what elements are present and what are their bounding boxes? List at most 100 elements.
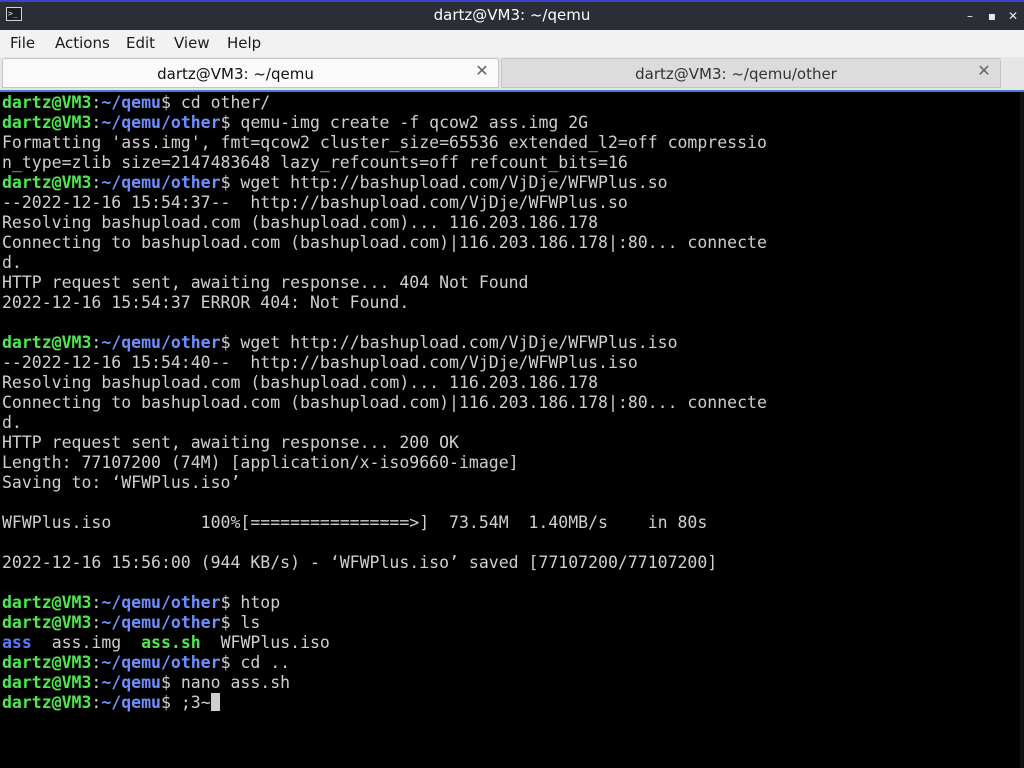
prompt-path: ~/qemu/other — [101, 113, 221, 132]
prompt-dollar: $ — [160, 693, 171, 712]
terminal-line: Connecting to bashupload.com (bashupload… — [2, 233, 767, 252]
prompt-colon: : — [91, 173, 102, 192]
terminal-line: ass ass.img ass.sh WFWPlus.iso — [2, 633, 767, 653]
menu-bar: File Actions Edit View Help — [0, 30, 1024, 57]
window-title-bar[interactable]: >_ dartz@VM3: ~/qemu – ▪ ✕ — [0, 0, 1024, 30]
terminal-output: dartz@VM3:~/qemu$ cd other/dartz@VM3:~/q… — [2, 93, 767, 713]
menu-actions[interactable]: Actions — [55, 34, 110, 52]
tab-qemu[interactable]: dartz@VM3: ~/qemu ✕ — [2, 58, 499, 88]
menu-file[interactable]: File — [10, 34, 35, 52]
terminal-line: dartz@VM3:~/qemu/other$ cd .. — [2, 653, 767, 673]
prompt-colon: : — [91, 693, 102, 712]
terminal-line: Resolving bashupload.com (bashupload.com… — [2, 213, 599, 232]
command-text: ls — [230, 613, 261, 632]
tab-qemu-other[interactable]: dartz@VM3: ~/qemu/other ✕ — [501, 58, 1001, 88]
terminal-line: dartz@VM3:~/qemu/other$ wget http://bash… — [2, 333, 767, 353]
terminal-line: HTTP request sent, awaiting response... … — [2, 273, 529, 292]
prompt-user: dartz@VM3 — [2, 613, 92, 632]
prompt-user: dartz@VM3 — [2, 693, 92, 712]
terminal-scrollbar[interactable] — [1020, 92, 1024, 768]
terminal-line: dartz@VM3:~/qemu/other$ qemu-img create … — [2, 113, 767, 133]
prompt-user: dartz@VM3 — [2, 593, 92, 612]
tab-label: dartz@VM3: ~/qemu/other — [635, 65, 837, 83]
terminal-line: dartz@VM3:~/qemu$ cd other/ — [2, 93, 767, 113]
terminal-line: 2022-12-16 15:54:37 ERROR 404: Not Found… — [2, 293, 410, 312]
prompt-path: ~/qemu/other — [101, 593, 221, 612]
command-text: qemu-img create -f qcow2 ass.img 2G — [230, 113, 589, 132]
terminal-view[interactable]: dartz@VM3:~/qemu$ cd other/dartz@VM3:~/q… — [0, 90, 1024, 768]
command-text: ;3~ — [170, 693, 211, 712]
prompt-dollar: $ — [220, 333, 231, 352]
ls-separator — [201, 633, 221, 652]
prompt-path: ~/qemu — [101, 693, 161, 712]
tab-label: dartz@VM3: ~/qemu — [157, 65, 314, 83]
menu-edit[interactable]: Edit — [126, 34, 155, 52]
terminal-line: dartz@VM3:~/qemu/other$ wget http://bash… — [2, 173, 767, 193]
prompt-path: ~/qemu/other — [101, 333, 221, 352]
text-cursor — [210, 693, 220, 711]
terminal-line: dartz@VM3:~/qemu$ ;3~ — [2, 693, 767, 713]
prompt-user: dartz@VM3 — [2, 173, 92, 192]
menu-help[interactable]: Help — [227, 34, 261, 52]
prompt-user: dartz@VM3 — [2, 113, 92, 132]
command-text: wget http://bashupload.com/VjDje/WFWPlus… — [230, 333, 678, 352]
terminal-line: --2022-12-16 15:54:37-- http://bashuploa… — [2, 193, 628, 212]
prompt-path: ~/qemu — [101, 93, 161, 112]
prompt-colon: : — [91, 93, 102, 112]
prompt-path: ~/qemu/other — [101, 613, 221, 632]
ls-entry: ass.sh — [141, 633, 201, 652]
prompt-dollar: $ — [160, 93, 171, 112]
prompt-dollar: $ — [220, 653, 231, 672]
prompt-path: ~/qemu/other — [101, 653, 221, 672]
close-tab-icon[interactable]: ✕ — [474, 63, 490, 79]
terminal-line: Length: 77107200 (74M) [application/x-is… — [2, 453, 519, 472]
prompt-colon: : — [91, 113, 102, 132]
terminal-line: dartz@VM3:~/qemu$ nano ass.sh — [2, 673, 767, 693]
prompt-dollar: $ — [220, 613, 231, 632]
prompt-colon: : — [91, 333, 102, 352]
prompt-path: ~/qemu — [101, 673, 161, 692]
window-title: dartz@VM3: ~/qemu — [433, 6, 591, 24]
command-text: cd .. — [230, 653, 291, 672]
prompt-dollar: $ — [220, 113, 231, 132]
prompt-dollar: $ — [220, 173, 231, 192]
close-window-button[interactable]: ✕ — [1005, 8, 1021, 24]
prompt-dollar: $ — [160, 673, 171, 692]
terminal-line: n_type=zlib size=2147483648 lazy_refcoun… — [2, 153, 628, 172]
ls-entry: WFWPlus.iso — [220, 633, 330, 652]
ls-separator — [121, 633, 141, 652]
close-tab-icon[interactable]: ✕ — [976, 63, 992, 79]
prompt-user: dartz@VM3 — [2, 653, 92, 672]
prompt-colon: : — [91, 653, 102, 672]
minimize-button[interactable]: – — [962, 8, 978, 24]
command-text: htop — [230, 593, 281, 612]
command-text: cd other/ — [170, 93, 271, 112]
prompt-path: ~/qemu/other — [101, 173, 221, 192]
command-text: wget http://bashupload.com/VjDje/WFWPlus… — [230, 173, 668, 192]
terminal-line: Connecting to bashupload.com (bashupload… — [2, 393, 767, 412]
terminal-line: --2022-12-16 15:54:40-- http://bashuploa… — [2, 353, 638, 372]
terminal-line: dartz@VM3:~/qemu/other$ htop — [2, 593, 767, 613]
ls-entry: ass.img — [51, 633, 122, 652]
menu-view[interactable]: View — [174, 34, 210, 52]
maximize-button[interactable]: ▪ — [984, 8, 1000, 24]
terminal-line: HTTP request sent, awaiting response... … — [2, 433, 459, 452]
prompt-colon: : — [91, 673, 102, 692]
terminal-line: 2022-12-16 15:56:00 (944 KB/s) - ‘WFWPlu… — [2, 553, 718, 572]
terminal-line: d. — [2, 413, 22, 432]
prompt-dollar: $ — [220, 593, 231, 612]
tab-bar: dartz@VM3: ~/qemu ✕ dartz@VM3: ~/qemu/ot… — [0, 57, 1024, 90]
terminal-line: Resolving bashupload.com (bashupload.com… — [2, 373, 599, 392]
terminal-line: d. — [2, 253, 22, 272]
command-text: nano ass.sh — [170, 673, 291, 692]
prompt-user: dartz@VM3 — [2, 673, 92, 692]
terminal-line: WFWPlus.iso 100%[================>] 73.5… — [2, 513, 708, 532]
ls-separator — [32, 633, 52, 652]
terminal-line: Formatting 'ass.img', fmt=qcow2 cluster_… — [2, 133, 767, 152]
terminal-line: Saving to: ‘WFWPlus.iso’ — [2, 473, 241, 492]
prompt-user: dartz@VM3 — [2, 93, 92, 112]
